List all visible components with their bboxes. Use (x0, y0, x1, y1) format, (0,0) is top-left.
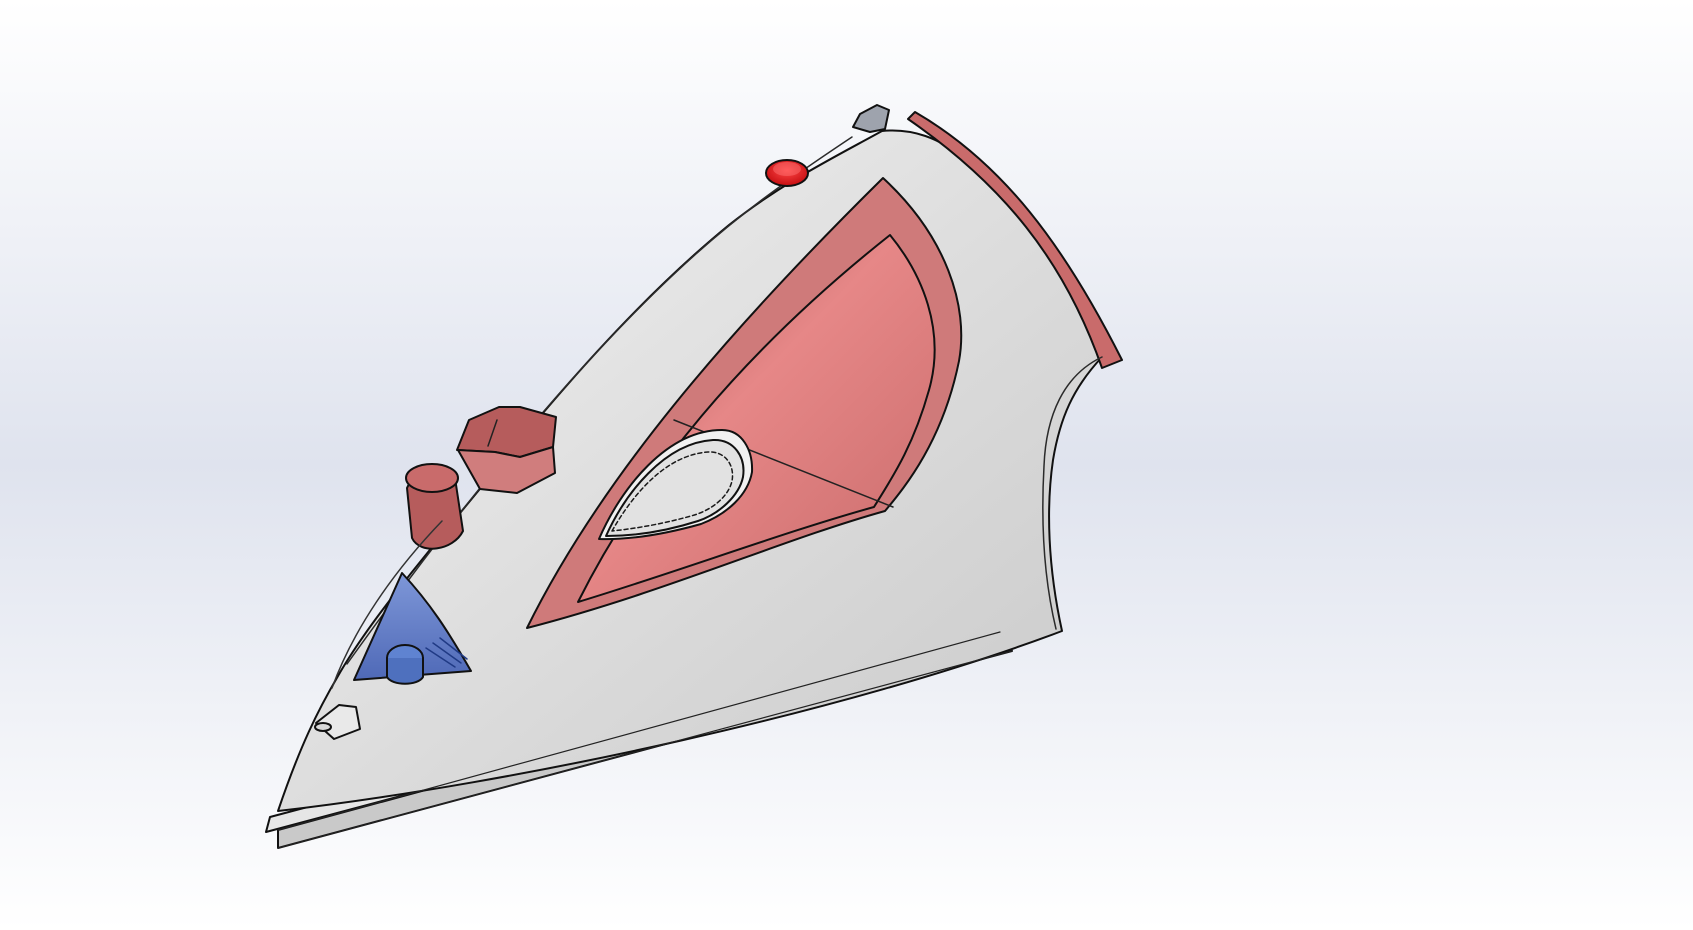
indicator-light-icon[interactable] (765, 159, 809, 187)
spray-button[interactable] (405, 463, 464, 550)
cad-canvas[interactable] (0, 0, 1693, 930)
cad-viewport[interactable] (0, 0, 1693, 930)
